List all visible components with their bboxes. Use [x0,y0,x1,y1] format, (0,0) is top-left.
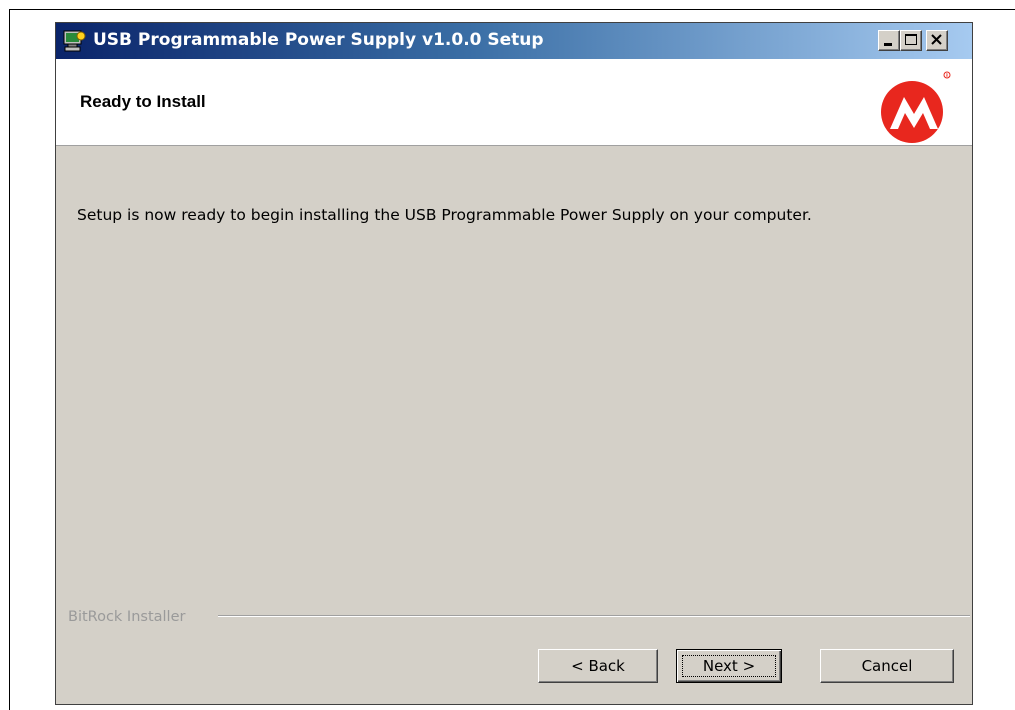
wizard-header: Ready to Install R [56,59,972,146]
installer-brand-label: BitRock Installer [68,609,186,625]
title-bar[interactable]: USB Programmable Power Supply v1.0.0 Set… [56,23,972,59]
close-icon [931,34,942,45]
maximize-icon [905,34,917,45]
next-button[interactable]: Next > [676,649,782,683]
maximize-button[interactable] [900,30,922,51]
page-title: Ready to Install [80,92,206,111]
installer-computer-icon [63,30,86,52]
back-button-label: < Back [571,657,625,675]
microchip-logo-icon: R [881,71,951,143]
footer-separator [218,615,970,617]
ready-message: Setup is now ready to begin installing t… [77,206,812,224]
cancel-button-label: Cancel [861,657,913,675]
svg-text:R: R [946,73,949,78]
window-title: USB Programmable Power Supply v1.0.0 Set… [93,30,544,50]
back-button[interactable]: < Back [538,649,658,683]
minimize-button[interactable] [878,30,900,51]
minimize-icon [884,43,892,46]
close-button[interactable] [926,30,948,51]
next-button-label: Next > [702,657,756,675]
cancel-button[interactable]: Cancel [820,649,954,683]
setup-window: USB Programmable Power Supply v1.0.0 Set… [55,22,973,705]
